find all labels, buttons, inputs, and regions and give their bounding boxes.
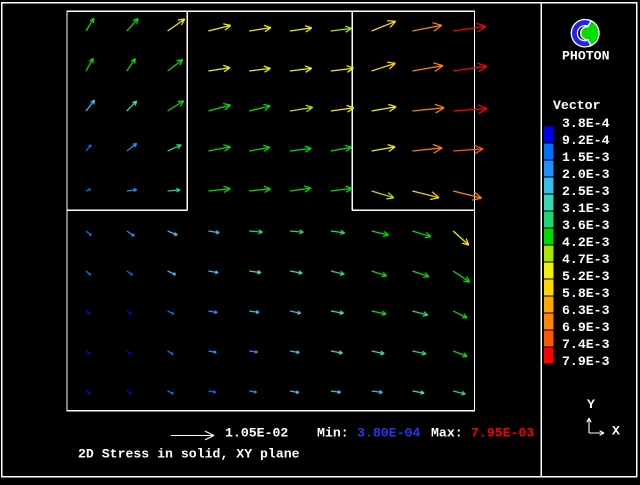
svg-text:PHOTON: PHOTON	[562, 49, 610, 64]
svg-text:5.8E-3: 5.8E-3	[562, 286, 610, 301]
svg-text:3.1E-3: 3.1E-3	[562, 201, 610, 216]
svg-text:1.5E-3: 1.5E-3	[562, 150, 610, 165]
svg-text:5.2E-3: 5.2E-3	[562, 269, 610, 284]
svg-text:7.9E-3: 7.9E-3	[562, 354, 610, 369]
svg-text:2.5E-3: 2.5E-3	[562, 184, 610, 199]
svg-text:3.80E-04: 3.80E-04	[357, 426, 420, 441]
svg-text:Max:: Max:	[431, 426, 463, 441]
svg-text:3.6E-3: 3.6E-3	[562, 218, 610, 233]
svg-text:Min:: Min:	[317, 426, 349, 441]
svg-text:9.2E-4: 9.2E-4	[562, 133, 610, 148]
svg-text:2.0E-3: 2.0E-3	[562, 167, 610, 182]
svg-text:X: X	[612, 424, 620, 439]
svg-text:7.4E-3: 7.4E-3	[562, 337, 610, 352]
svg-text:2D Stress in solid, XY plane: 2D Stress in solid, XY plane	[78, 447, 300, 462]
svg-text:1.05E-02: 1.05E-02	[225, 426, 288, 441]
svg-text:6.3E-3: 6.3E-3	[562, 303, 610, 318]
svg-text:Y: Y	[587, 397, 595, 412]
svg-text:3.8E-4: 3.8E-4	[562, 116, 610, 131]
svg-text:7.95E-03: 7.95E-03	[471, 426, 534, 441]
svg-text:6.9E-3: 6.9E-3	[562, 320, 610, 335]
svg-text:Vector: Vector	[553, 98, 600, 113]
svg-text:4.2E-3: 4.2E-3	[562, 235, 610, 250]
svg-text:4.7E-3: 4.7E-3	[562, 252, 610, 267]
